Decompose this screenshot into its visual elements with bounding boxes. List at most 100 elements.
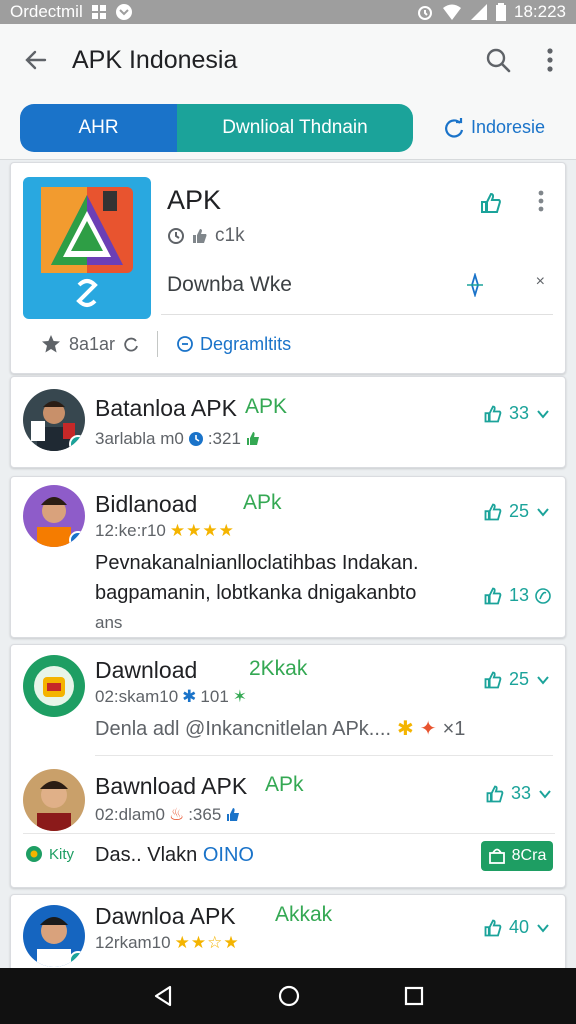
item-subtitle-text: 3arlabla m0 [95, 429, 184, 448]
item-subtitle-extra: :365 [188, 805, 222, 824]
item-description-text: Denla adl @Inkancnitlelan APk.... [95, 718, 392, 740]
like-count: 40 [508, 917, 529, 937]
open-button[interactable]: 8Cra [481, 841, 553, 871]
sticker-icon: ✱ [397, 718, 414, 740]
rating-stars: ★★☆★ [174, 933, 240, 952]
like-button-secondary[interactable]: 13 [483, 585, 551, 606]
hero-bottom-row: 8a1ar Degramltits [41, 331, 291, 357]
status-bar: Ordectmil 18:223 [0, 0, 576, 24]
badge-icon [26, 846, 42, 862]
back-button[interactable] [0, 24, 72, 96]
chevron-down-icon [539, 789, 551, 799]
back-icon[interactable] [151, 984, 175, 1008]
item-tag: Akkak [275, 903, 333, 926]
item-subtitle-extra: 101 [200, 687, 229, 706]
thumb-up-icon [484, 671, 502, 688]
item-title: Bidlanoad [95, 491, 198, 517]
item-title: Dawnloa APK [95, 903, 236, 929]
close-icon[interactable]: × [536, 273, 545, 291]
favorite-button[interactable] [479, 191, 503, 220]
chevron-down-icon [537, 409, 549, 419]
item-description: Denla adl @Inkancnitlelan APk.... ✱ ✦ ×1 [95, 715, 465, 743]
item-title: Dawnload [95, 657, 198, 683]
more-vert-icon [538, 190, 544, 212]
item-description-line: ans [95, 613, 123, 632]
list-item[interactable]: Bidlanoad APk 12:ke:r10 ★★★★ 25 Pevnakan… [10, 476, 566, 638]
item-tag: APk [265, 773, 304, 796]
like-count: 33 [508, 403, 529, 423]
wifi-icon [443, 4, 461, 20]
flame-icon: ✦ [419, 718, 437, 740]
thumb-up-icon [484, 919, 502, 936]
avatar [23, 769, 85, 831]
tab-download[interactable]: Dwnlioal Thdnain [177, 103, 413, 152]
list-item[interactable]: Bawnload APK APk 02:dlam0 ♨ :365 33 Kity… [11, 757, 567, 887]
item-title: Batanloa APK [95, 395, 237, 421]
home-icon[interactable] [277, 984, 301, 1008]
more-button[interactable] [524, 24, 576, 96]
divider [95, 755, 553, 756]
chevron-icon [115, 4, 132, 20]
tabs-row: AHR Dwnlioal Thdnain Indoresie [0, 96, 576, 160]
like-count: 33 [510, 783, 531, 803]
avatar [23, 905, 85, 967]
item-description-highlight: OINO [202, 844, 254, 866]
recents-icon[interactable] [403, 985, 425, 1007]
clock-icon [188, 432, 203, 446]
divider [157, 331, 159, 357]
chip-label: Kity [49, 845, 75, 863]
hero-more-button[interactable] [537, 189, 545, 218]
app-bar: APK Indonesia [0, 24, 576, 96]
like-button[interactable]: 40 [483, 917, 551, 938]
like-count: 25 [508, 669, 529, 689]
download-row[interactable]: Downba Wke × [161, 255, 553, 315]
shop-icon [488, 848, 505, 864]
chevron-down-icon [537, 507, 549, 517]
item-description: Das.. Vlakn OINO [95, 841, 254, 869]
search-icon [486, 48, 511, 73]
item-title: Bawnload APK [95, 773, 248, 799]
item-subtitle-text: 12rkam10 [95, 933, 171, 952]
thumb-blue-icon [227, 808, 240, 821]
like-button[interactable]: 33 [485, 783, 553, 804]
page-title: APK Indonesia [72, 45, 238, 74]
item-tag: APk [243, 491, 282, 514]
like-button[interactable]: 25 [483, 669, 551, 690]
star-green-icon: ✶ [232, 687, 248, 706]
refresh-icon [445, 117, 464, 138]
app-title: APK [167, 185, 222, 215]
verified-badge [69, 435, 85, 451]
thumb-up-icon [484, 503, 502, 520]
language-selector[interactable]: Indoresie [443, 117, 545, 139]
thumb-green-icon [246, 432, 259, 445]
like-button[interactable]: 33 [483, 403, 551, 424]
thumb-up-icon [481, 192, 501, 213]
item-subtitle-text: 02:dlam0 [95, 805, 165, 824]
chevron-down-icon [537, 675, 549, 685]
open-button-label: 8Cra [511, 847, 547, 864]
search-button[interactable] [472, 24, 524, 96]
info-icon [168, 228, 184, 244]
like-button[interactable]: 25 [483, 501, 551, 522]
category-chip[interactable]: Kity [25, 845, 74, 863]
item-subtitle: 12:ke:r10 ★★★★ [95, 521, 235, 541]
sparkle-icon [467, 273, 483, 297]
alarm-icon [418, 6, 432, 20]
list-item[interactable]: Batanloa APK APK 3arlabla m0 :321 33 [10, 376, 566, 468]
item-subtitle-text: 02:skam10 [95, 687, 179, 706]
clock-icon [177, 336, 193, 352]
star-icon [42, 335, 60, 353]
list-item[interactable]: Dawnload 2Kkak 02:skam10 ✱ 101 ✶ 25 Denl… [11, 645, 565, 755]
app-logo[interactable] [23, 177, 151, 319]
battery-icon [496, 3, 506, 21]
verified-badge [69, 951, 85, 967]
status-time: 18:223 [514, 2, 566, 21]
like-count: 13 [508, 585, 529, 605]
thumb-up-icon [486, 785, 504, 802]
tab-ahr[interactable]: AHR [20, 103, 177, 152]
more-vert-icon [547, 48, 553, 72]
program-link[interactable]: Degramltits [176, 334, 291, 355]
thumb-up-icon [484, 405, 502, 422]
program-link-label: Degramltits [200, 333, 292, 354]
avatar [23, 485, 85, 547]
